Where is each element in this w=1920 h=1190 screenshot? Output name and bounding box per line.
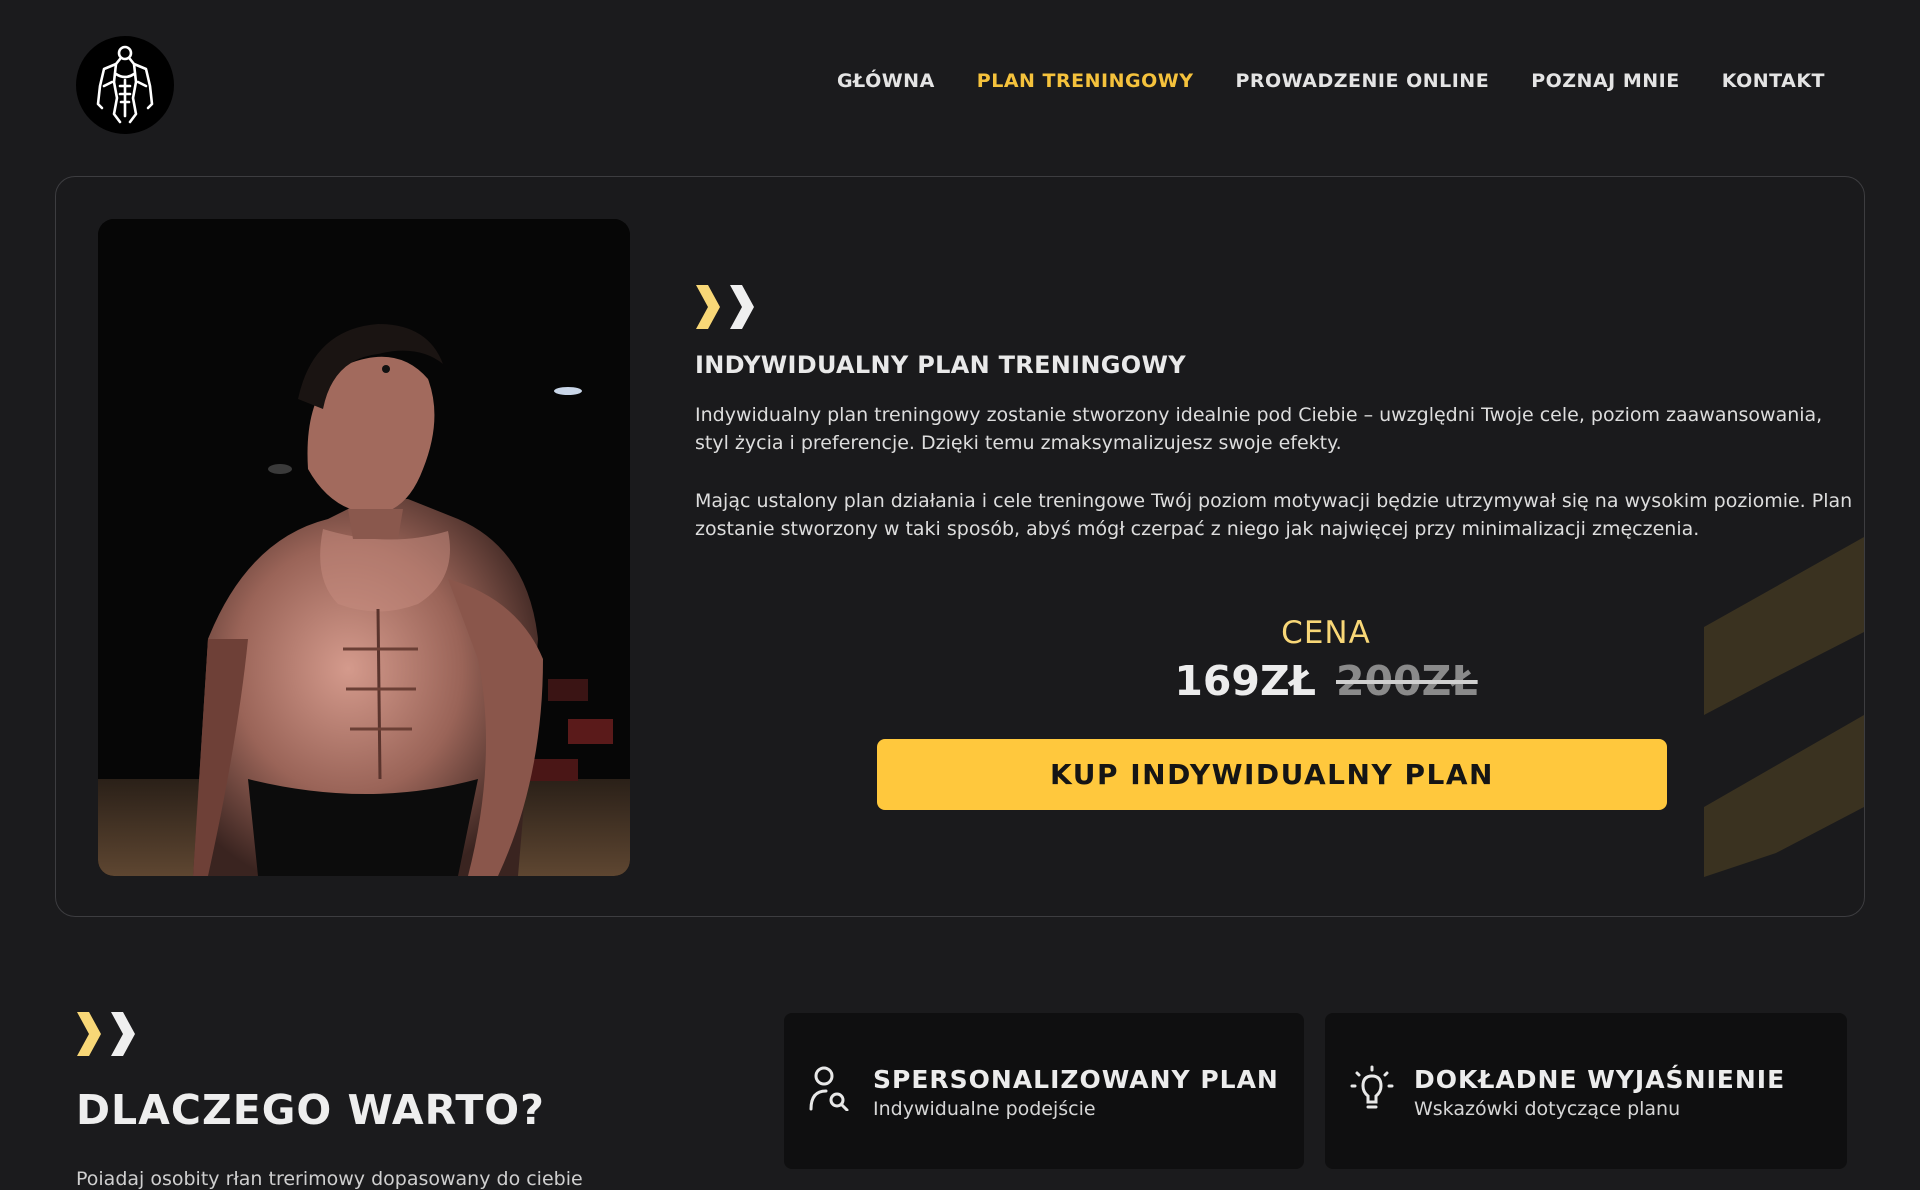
product-title: INDYWIDUALNY PLAN TRENINGOWY <box>695 351 1186 379</box>
trainer-photo-image <box>98 219 630 876</box>
buy-plan-button[interactable]: KUP INDYWIDUALNY PLAN <box>877 739 1667 810</box>
main-nav: GŁÓWNA PLAN TRENINGOWY PROWADZENIE ONLIN… <box>837 70 1825 92</box>
price-row: 169ZŁ 200ZŁ <box>876 657 1776 705</box>
product-card: INDYWIDUALNY PLAN TRENINGOWY Indywidualn… <box>55 176 1865 917</box>
why-text: Poiadaj osobity rłan trerimowy dopasowan… <box>76 1168 583 1190</box>
chevron-white-icon <box>111 1012 135 1056</box>
feature-subtitle: Wskazówki dotyczące planu <box>1414 1098 1681 1120</box>
logo[interactable] <box>76 36 174 134</box>
trainer-photo <box>98 219 630 876</box>
feature-title: SPERSONALIZOWANY PLAN <box>873 1065 1279 1094</box>
chevron-yellow-icon <box>696 285 720 329</box>
why-title: DLACZEGO WARTO? <box>76 1086 545 1134</box>
feature-card-personalized: SPERSONALIZOWANY PLAN Indywidualne podej… <box>784 1013 1304 1169</box>
chevrons-decoration <box>694 285 756 329</box>
price-current: 169ZŁ <box>1174 657 1316 705</box>
nav-item-prowadzenie-online[interactable]: PROWADZENIE ONLINE <box>1235 70 1489 92</box>
nav-item-plan-treningowy[interactable]: PLAN TRENINGOWY <box>977 70 1194 92</box>
feature-subtitle: Indywidualne podejście <box>873 1098 1096 1120</box>
product-description-1: Indywidualny plan treningowy zostanie st… <box>695 404 1823 454</box>
chevron-white-icon <box>730 285 754 329</box>
price-old: 200ZŁ <box>1336 657 1478 705</box>
nav-item-poznaj-mnie[interactable]: POZNAJ MNIE <box>1531 70 1680 92</box>
nav-item-kontakt[interactable]: KONTAKT <box>1722 70 1825 92</box>
user-search-icon <box>809 1066 849 1111</box>
price-label: CENA <box>1281 615 1371 651</box>
chevron-up-decoration-icon <box>1704 537 1864 877</box>
chevron-yellow-icon <box>77 1012 101 1056</box>
athlete-logo-icon <box>96 45 154 124</box>
nav-item-glowna[interactable]: GŁÓWNA <box>837 70 935 92</box>
section-chevrons-decoration <box>75 1012 137 1056</box>
feature-title: DOKŁADNE WYJAŚNIENIE <box>1414 1065 1786 1094</box>
product-description-2: Mając ustalony plan działania i cele tre… <box>695 490 1853 540</box>
lightbulb-icon <box>1350 1065 1394 1109</box>
feature-card-explanation: DOKŁADNE WYJAŚNIENIE Wskazówki dotyczące… <box>1325 1013 1847 1169</box>
